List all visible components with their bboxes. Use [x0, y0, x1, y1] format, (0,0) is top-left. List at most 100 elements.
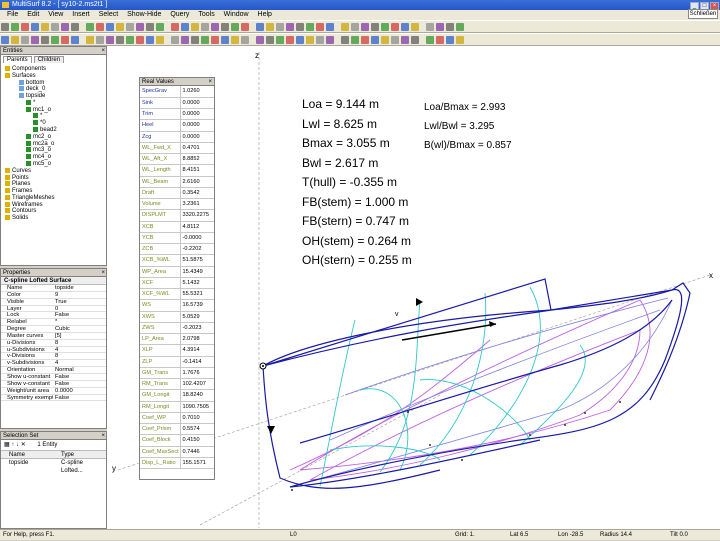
- tree-item[interactable]: deck_0: [5, 86, 106, 93]
- toolbar-tool-icon[interactable]: [436, 23, 444, 31]
- toolbar-tool-icon[interactable]: [341, 36, 349, 44]
- tree-item[interactable]: topside: [5, 93, 106, 100]
- tree-item[interactable]: mc1_o: [5, 106, 106, 114]
- property-row[interactable]: Master curves [5]: [1, 333, 106, 340]
- property-row[interactable]: Degree Cubic: [1, 326, 106, 333]
- toolbar-tool-icon[interactable]: [31, 36, 39, 44]
- tree-item[interactable]: bead2: [5, 127, 106, 134]
- toolbar-tool-icon[interactable]: [446, 23, 454, 31]
- move-up-icon[interactable]: ↑: [11, 442, 14, 448]
- property-row[interactable]: v-Subdivisions 4: [1, 360, 106, 368]
- toolbar-tool-icon[interactable]: [106, 36, 114, 44]
- menu-query[interactable]: Query: [170, 11, 189, 18]
- toolbar-tool-icon[interactable]: [391, 36, 399, 44]
- menu-show-hide[interactable]: Show-Hide: [127, 11, 161, 18]
- tree-item[interactable]: Planes: [5, 181, 106, 188]
- toolbar-tool-icon[interactable]: [371, 36, 379, 44]
- toolbar-tool-icon[interactable]: [11, 36, 19, 44]
- table-row[interactable]: Coef_MaxSect 0.7446: [140, 446, 214, 458]
- tree-item[interactable]: Solids: [5, 215, 106, 222]
- table-row[interactable]: ZWS -0.2023: [140, 322, 214, 335]
- table-row[interactable]: WL_Aft_X 8.8852: [140, 153, 214, 166]
- property-row[interactable]: Layer 0: [1, 306, 106, 313]
- property-row[interactable]: u-Subdivisions 4: [1, 347, 106, 354]
- toolbar-tool-icon[interactable]: [41, 36, 49, 44]
- table-row[interactable]: Zcg 0.0000: [140, 131, 214, 143]
- property-row[interactable]: Lock False: [1, 312, 106, 320]
- toolbar-tool-icon[interactable]: [41, 23, 49, 31]
- property-value[interactable]: 9: [55, 292, 58, 299]
- toolbar-tool-icon[interactable]: [411, 36, 419, 44]
- toolbar-tool-icon[interactable]: [371, 23, 379, 31]
- toolbar-tool-icon[interactable]: [21, 23, 29, 31]
- toolbar-tool-icon[interactable]: [286, 23, 294, 31]
- close-icon[interactable]: ×: [208, 78, 212, 86]
- property-row[interactable]: Visible True: [1, 299, 106, 306]
- toolbar-tool-icon[interactable]: [351, 23, 359, 31]
- toolbar-tool-icon[interactable]: [156, 23, 164, 31]
- toolbar-tool-icon[interactable]: [221, 23, 229, 31]
- table-row[interactable]: XWS 5.0529: [140, 311, 214, 323]
- tree-item[interactable]: mc2_o: [5, 133, 106, 141]
- property-value[interactable]: [5]: [55, 333, 61, 340]
- toolbar-tool-icon[interactable]: [201, 36, 209, 44]
- toolbar-tool-icon[interactable]: [96, 23, 104, 31]
- toolbar-tool-icon[interactable]: [231, 23, 239, 31]
- toolbar-tool-icon[interactable]: [456, 36, 464, 44]
- toolbar-tool-icon[interactable]: [266, 23, 274, 31]
- toolbar-tool-icon[interactable]: [241, 23, 249, 31]
- tab-parents[interactable]: Parents: [3, 56, 32, 63]
- table-row[interactable]: Heel 0.0000: [140, 119, 214, 132]
- table-row[interactable]: RM_Longit 1090.7505: [140, 401, 214, 413]
- toolbar-tool-icon[interactable]: [126, 36, 134, 44]
- table-row[interactable]: topside C-spline Lofted...: [1, 459, 106, 474]
- close-icon[interactable]: ×: [101, 47, 105, 55]
- toolbar-tool-icon[interactable]: [181, 36, 189, 44]
- tree-item[interactable]: *: [5, 99, 106, 107]
- toolbar-tool-icon[interactable]: [411, 23, 419, 31]
- toolbar-tool-icon[interactable]: [276, 36, 284, 44]
- menu-insert[interactable]: Insert: [72, 11, 90, 18]
- tree-item[interactable]: TriangleMeshes: [5, 194, 106, 202]
- toolbar-tool-icon[interactable]: [1, 23, 9, 31]
- toolbar-tool-icon[interactable]: [201, 23, 209, 31]
- tree-item[interactable]: Points: [5, 174, 106, 182]
- property-row[interactable]: Relabel *: [1, 319, 106, 327]
- property-value[interactable]: False: [55, 374, 69, 381]
- toolbar-tool-icon[interactable]: [256, 36, 264, 44]
- toolbar-tool-icon[interactable]: [116, 23, 124, 31]
- table-row[interactable]: Draft 0.3542: [140, 187, 214, 200]
- select-all-icon[interactable]: ▦: [4, 442, 10, 448]
- toolbar-tool-icon[interactable]: [136, 23, 144, 31]
- property-row[interactable]: Color 9: [1, 292, 106, 299]
- property-value[interactable]: *: [55, 319, 57, 326]
- toolbar-tool-icon[interactable]: [326, 36, 334, 44]
- col-type[interactable]: Type: [61, 451, 74, 459]
- col-name[interactable]: Name: [9, 451, 25, 459]
- property-value[interactable]: True: [55, 299, 67, 306]
- property-value[interactable]: False: [55, 381, 69, 388]
- toolbar-tool-icon[interactable]: [401, 23, 409, 31]
- tree-item[interactable]: mc4_o: [5, 154, 106, 161]
- table-row[interactable]: WL_Fwd_X 0.4701: [140, 142, 214, 155]
- toolbar-tool-icon[interactable]: [51, 36, 59, 44]
- toolbar-tool-icon[interactable]: [401, 36, 409, 44]
- table-row[interactable]: LP_Area 2.0798: [140, 333, 214, 346]
- tree-item[interactable]: Components: [5, 66, 106, 73]
- table-row[interactable]: XCF 5.1432: [140, 277, 214, 290]
- tree-item[interactable]: Wireframes: [5, 201, 106, 209]
- table-row[interactable]: XCF_%WL 55.5321: [140, 288, 214, 301]
- menu-tools[interactable]: Tools: [198, 11, 214, 18]
- tree-item[interactable]: Curves: [5, 167, 106, 175]
- toolbar-tool-icon[interactable]: [191, 36, 199, 44]
- tree-item[interactable]: *: [5, 113, 106, 120]
- table-row[interactable]: Sink 0.0000: [140, 97, 214, 110]
- toolbar-tool-icon[interactable]: [136, 36, 144, 44]
- toolbar-tool-icon[interactable]: [456, 23, 464, 31]
- tree-item[interactable]: *0: [5, 120, 106, 127]
- table-row[interactable]: DISPLMT 3320.2275: [140, 209, 214, 222]
- property-row[interactable]: Show u-constant False: [1, 374, 106, 381]
- toolbar-tool-icon[interactable]: [96, 36, 104, 44]
- property-value[interactable]: 0: [55, 306, 58, 313]
- toolbar-tool-icon[interactable]: [156, 36, 164, 44]
